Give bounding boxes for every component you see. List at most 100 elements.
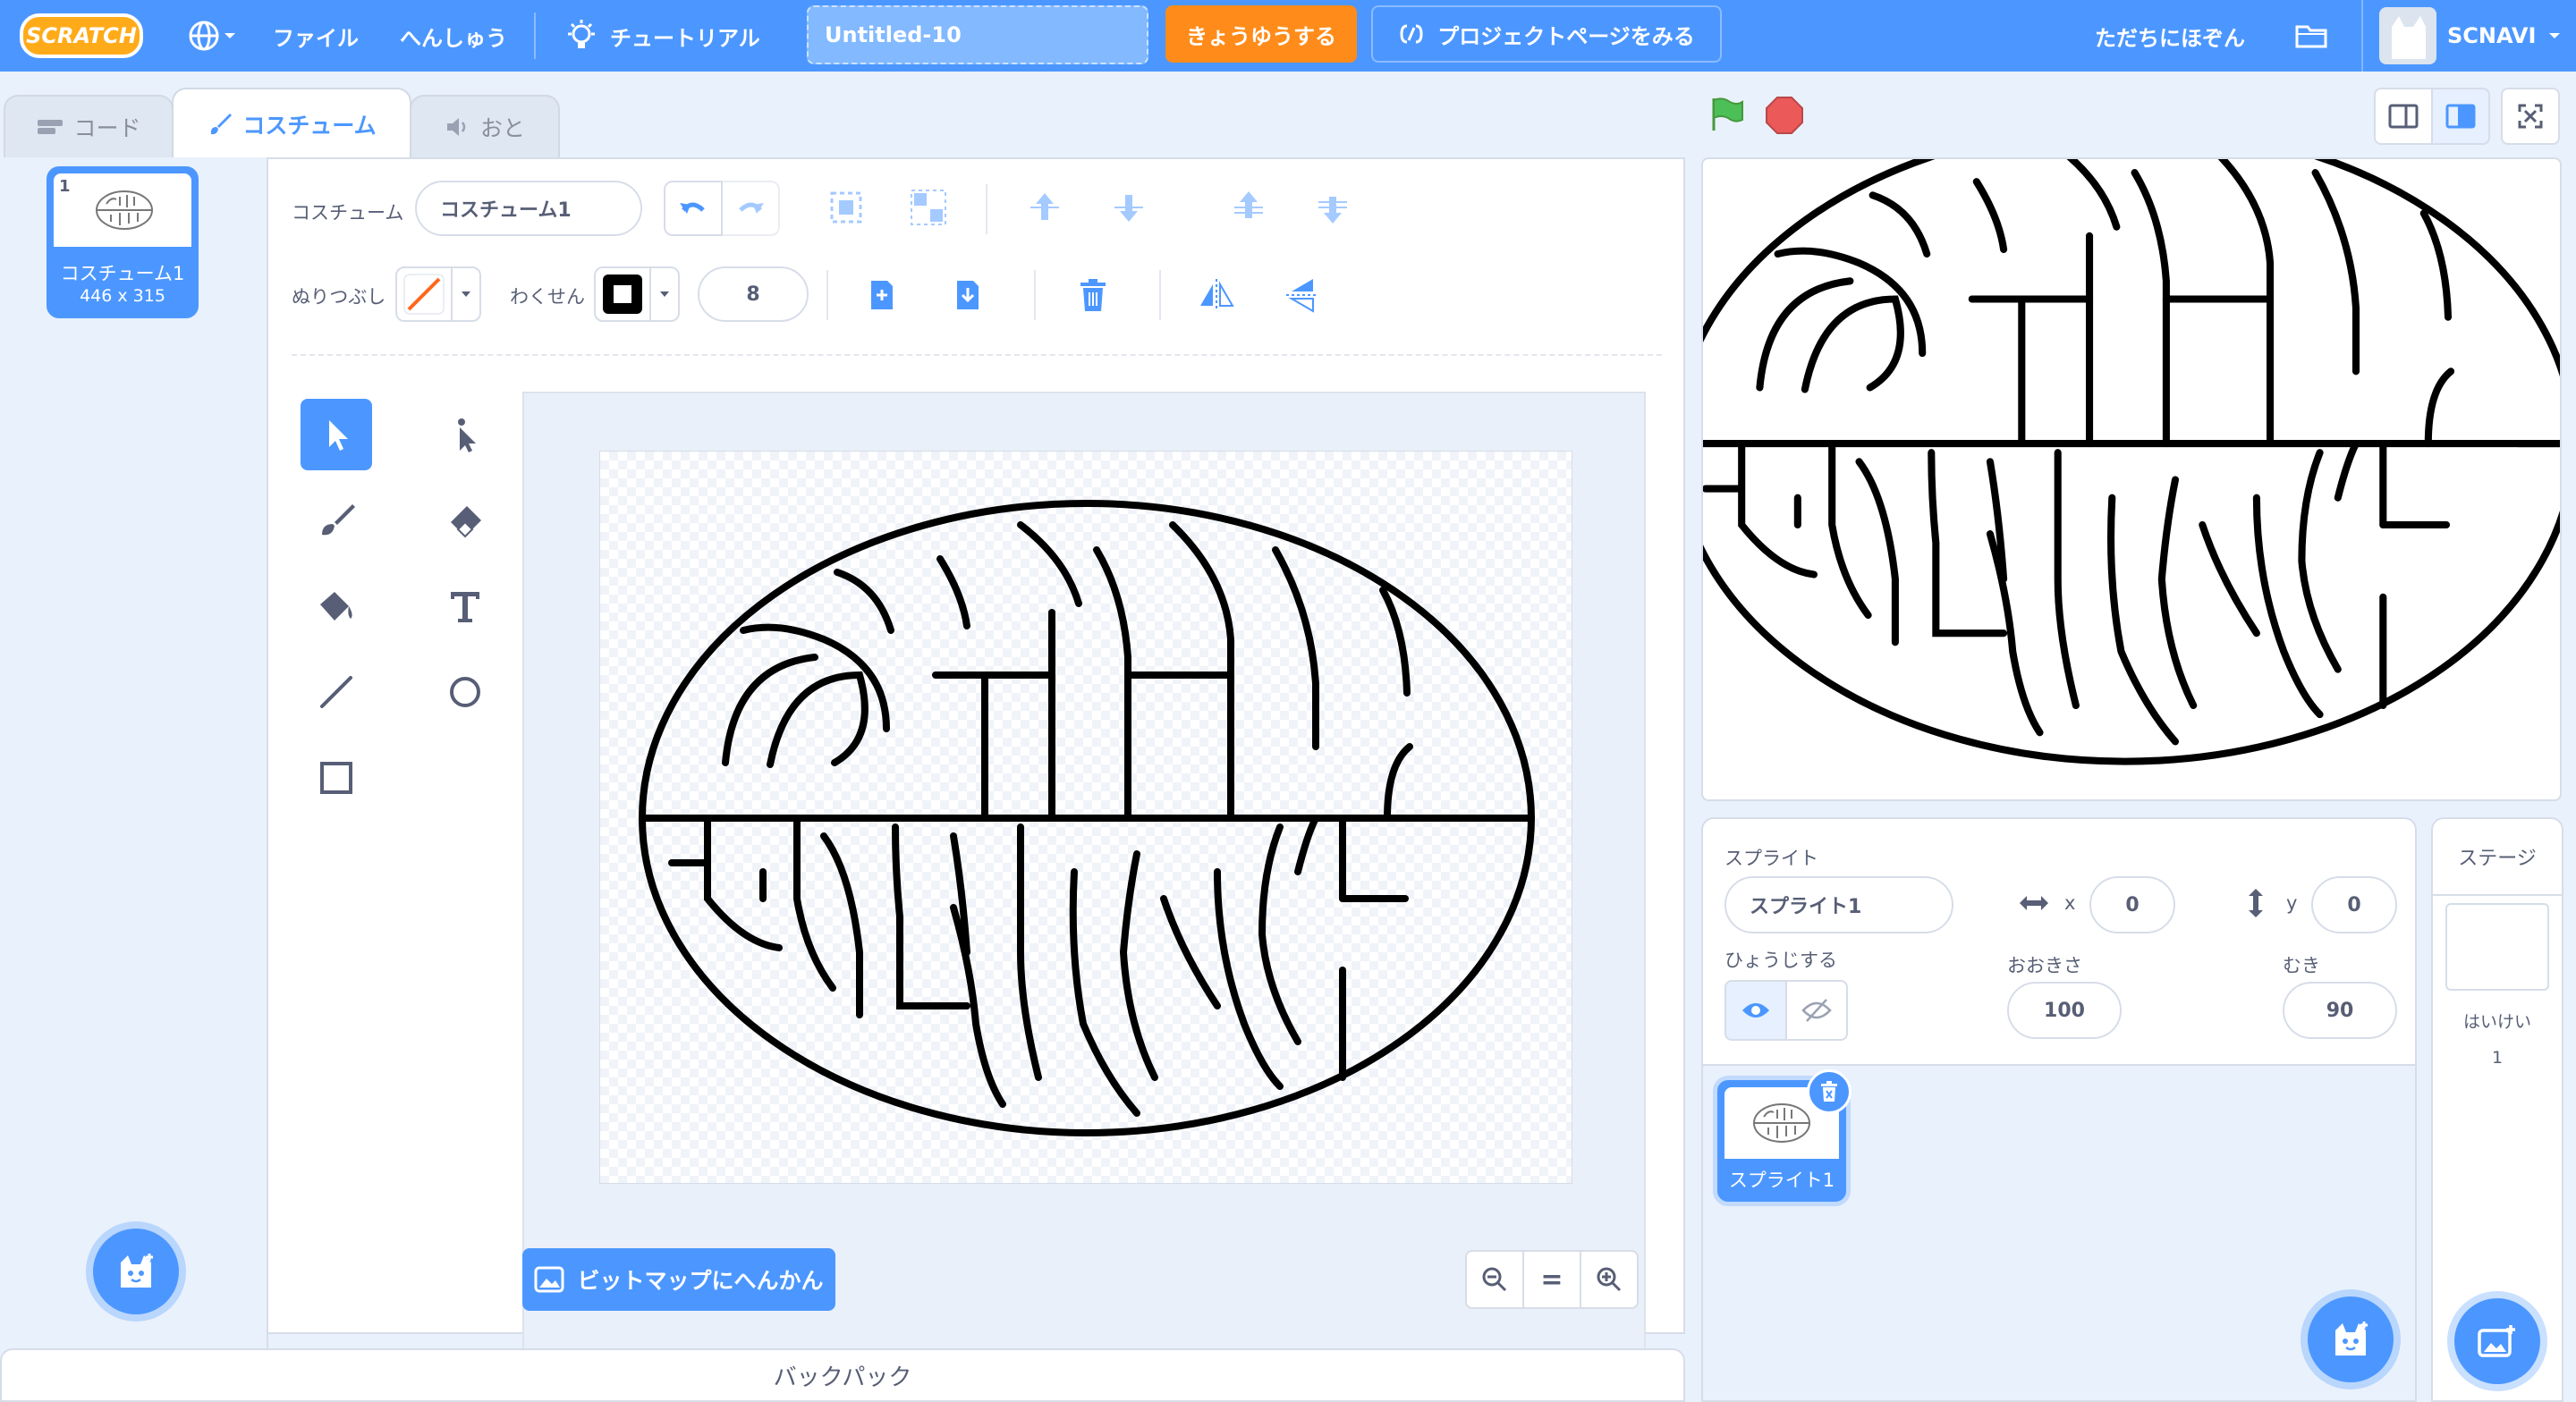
sprite-item-name: スプライト1	[1728, 1170, 1835, 1191]
tab-code-label: コード	[73, 115, 141, 141]
fill-swatch	[403, 274, 445, 315]
forward-icon[interactable]	[1025, 188, 1064, 227]
direction-input[interactable]: 90	[2283, 982, 2397, 1039]
image-icon	[534, 1266, 564, 1293]
back-icon[interactable]	[1313, 188, 1352, 227]
project-title-input[interactable]: Untitled-10	[807, 5, 1148, 64]
zoom-in-button[interactable]	[1580, 1250, 1639, 1309]
show-hidden-button[interactable]	[1785, 980, 1848, 1041]
y-input[interactable]: 0	[2311, 876, 2397, 933]
project-page-icon	[1400, 24, 1423, 44]
fullscreen-button[interactable]	[2501, 88, 2560, 145]
zoom-out-button[interactable]	[1465, 1250, 1524, 1309]
reshape-tool[interactable]	[429, 399, 501, 470]
outline-width-input[interactable]: 8	[698, 266, 809, 322]
scratch-logo[interactable]: SCRATCH	[20, 12, 143, 60]
arrow-pointer-icon	[329, 420, 348, 451]
outline-width-value: 8	[746, 283, 760, 306]
copy-icon[interactable]	[862, 275, 902, 315]
share-button[interactable]: きょうゆうする	[1165, 5, 1357, 63]
outline-color-picker[interactable]	[594, 266, 680, 322]
backpack[interactable]: バックパック	[0, 1348, 1685, 1402]
costume-thumbnail	[96, 190, 153, 230]
direction-value: 90	[2326, 999, 2354, 1022]
brush-tool[interactable]	[301, 485, 372, 556]
edit-menu[interactable]: へんしゅう	[400, 0, 507, 72]
sprite-name-input[interactable]: スプライト1	[1724, 876, 1953, 933]
flip-vertical-icon[interactable]	[1283, 275, 1322, 315]
caret-down-icon	[660, 291, 669, 297]
speaker-icon	[446, 118, 466, 136]
brush-icon	[211, 114, 233, 135]
trash-icon	[1821, 1081, 1837, 1102]
backdrop-thumbnail	[2445, 903, 2549, 991]
text-icon	[451, 592, 479, 622]
convert-to-bitmap-button[interactable]: ビットマップにへんかん	[522, 1248, 835, 1311]
circle-tool[interactable]	[429, 656, 501, 728]
redo-button[interactable]	[721, 181, 780, 236]
tab-costumes[interactable]: コスチューム	[172, 88, 411, 159]
costume-size: 446 x 315	[80, 286, 165, 306]
costume-name-input[interactable]: コスチューム1	[415, 181, 642, 236]
front-icon[interactable]	[1229, 188, 1268, 227]
stage[interactable]	[1701, 157, 2562, 801]
flip-horizontal-icon[interactable]	[1197, 275, 1236, 315]
folder-icon[interactable]	[2293, 18, 2329, 54]
show-label: ひょうじする	[1724, 950, 1837, 971]
text-tool[interactable]	[429, 570, 501, 642]
convert-to-bitmap-label: ビットマップにへんかん	[577, 1268, 824, 1294]
group-icon[interactable]	[826, 188, 866, 227]
backward-icon[interactable]	[1109, 188, 1148, 227]
horizontal-arrows-icon	[2020, 896, 2048, 910]
large-stage-button[interactable]	[2431, 88, 2490, 145]
save-now-link[interactable]: ただちにほぞん	[2095, 0, 2245, 72]
fill-tool[interactable]	[301, 570, 372, 642]
choose-costume-button[interactable]	[93, 1229, 179, 1314]
maze-drawing	[600, 452, 1573, 1185]
backdrops-label: はいけい	[2462, 1012, 2531, 1032]
eraser-tool[interactable]	[429, 485, 501, 556]
paste-icon[interactable]	[948, 275, 987, 315]
language-menu[interactable]	[181, 16, 243, 55]
zoom-reset-button[interactable]: =	[1522, 1250, 1581, 1309]
see-project-page-button[interactable]: プロジェクトページをみる	[1371, 5, 1722, 63]
stage-selector[interactable]: ステージ はいけい 1	[2431, 817, 2563, 1402]
select-tool[interactable]	[301, 399, 372, 470]
costume-item[interactable]: 1 コスチューム1 446 x 315	[47, 166, 199, 318]
delete-sprite-button[interactable]	[1807, 1069, 1852, 1114]
fill-color-picker[interactable]	[395, 266, 481, 322]
size-value: 100	[2044, 999, 2085, 1022]
line-icon	[320, 676, 352, 708]
show-visible-button[interactable]	[1724, 980, 1787, 1041]
stage-selector-title: ステージ	[2433, 819, 2562, 896]
sprite-name-label: スプライト	[1724, 848, 1818, 869]
large-stage-icon	[2445, 104, 2476, 129]
y-label: y	[2286, 892, 2298, 914]
tab-code[interactable]: コード	[4, 95, 174, 157]
costume-name-label: コスチューム	[292, 202, 404, 224]
undo-button[interactable]	[664, 181, 723, 236]
stop-icon[interactable]	[1764, 95, 1805, 136]
choose-sprite-button[interactable]	[2308, 1296, 2394, 1382]
small-stage-icon	[2388, 104, 2419, 129]
rectangle-icon	[320, 762, 352, 794]
paint-canvas[interactable]	[599, 451, 1572, 1184]
tutorials-menu[interactable]: チュートリアル	[565, 0, 760, 72]
choose-backdrop-button[interactable]	[2454, 1298, 2540, 1384]
outline-swatch	[603, 274, 642, 314]
ungroup-icon[interactable]	[909, 188, 948, 227]
code-blocks-icon	[38, 120, 64, 134]
stage-sprite-maze	[1703, 159, 2562, 801]
account-menu[interactable]: SCNAVI	[2379, 0, 2563, 72]
rectangle-tool[interactable]	[301, 742, 372, 814]
eraser-icon	[451, 506, 481, 538]
paint-canvas-area[interactable]	[522, 392, 1646, 1393]
file-menu[interactable]: ファイル	[273, 0, 359, 72]
green-flag-icon[interactable]	[1707, 95, 1746, 134]
line-tool[interactable]	[301, 656, 372, 728]
small-stage-button[interactable]	[2374, 88, 2433, 145]
size-input[interactable]: 100	[2007, 982, 2122, 1039]
delete-icon[interactable]	[1073, 275, 1113, 315]
tab-sounds[interactable]: おと	[410, 95, 560, 157]
x-input[interactable]: 0	[2089, 876, 2175, 933]
